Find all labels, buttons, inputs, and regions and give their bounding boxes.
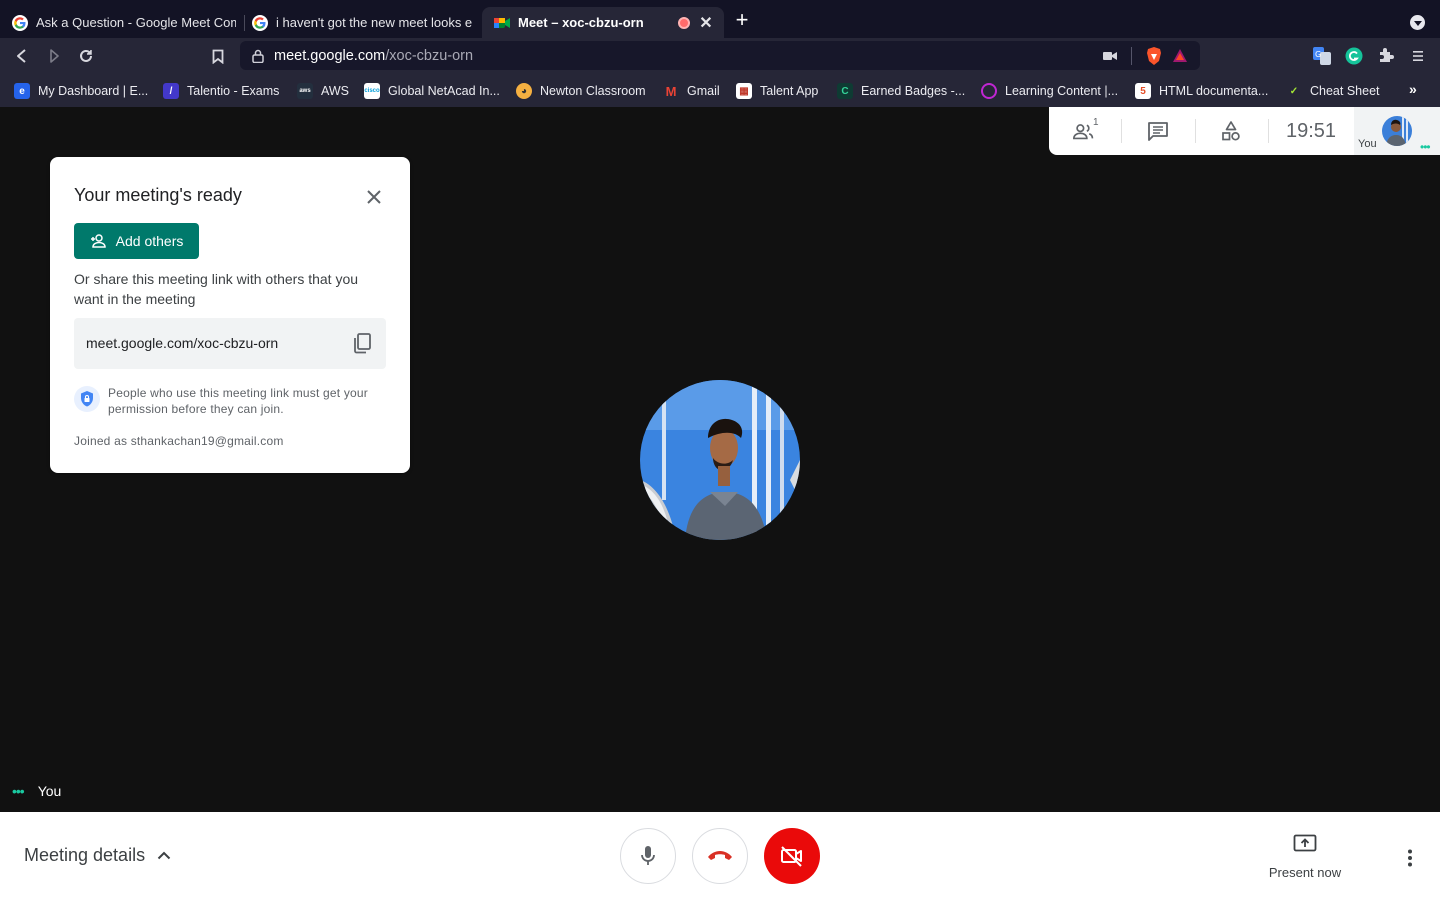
lock-icon <box>252 49 264 63</box>
tab-title: Ask a Question - Google Meet Comm <box>36 15 236 30</box>
url-text: meet.google.com/xoc-cbzu-orn <box>274 47 474 64</box>
camera-off-icon <box>781 846 802 867</box>
bookmark-item[interactable]: 5 HTML documenta... <box>1135 82 1268 100</box>
recording-indicator-icon <box>678 16 690 29</box>
permission-notice: People who use this meeting link must ge… <box>108 386 368 416</box>
bookmark-item[interactable]: ✓ Cheat Sheet <box>1286 82 1380 100</box>
end-call-icon <box>708 851 732 860</box>
cisco-icon: cisco <box>364 83 380 99</box>
joined-as-text: Joined as sthankachan19@gmail.com <box>74 434 284 448</box>
google-translate-icon[interactable]: G <box>1313 47 1331 65</box>
meet-icon <box>494 15 510 31</box>
participant-count: 1 <box>1093 117 1099 128</box>
divider <box>1121 119 1122 143</box>
extensions-puzzle-icon[interactable] <box>1377 47 1395 65</box>
present-now-label: Present now <box>1268 865 1342 880</box>
html-doc-icon: 5 <box>1135 83 1151 99</box>
bookmark-item[interactable]: ◕ Newton Classroom <box>516 82 646 100</box>
browser-tab[interactable]: i haven't got the new meet looks ev <box>240 7 482 38</box>
add-others-button[interactable]: Add others <box>74 223 199 259</box>
brave-shield-icon[interactable] <box>1146 47 1162 65</box>
meeting-details-button[interactable]: Meeting details <box>24 845 171 866</box>
back-icon[interactable] <box>12 46 32 66</box>
browser-toolbar: meet.google.com/xoc-cbzu-orn G <box>0 38 1440 75</box>
divider <box>1195 119 1196 143</box>
bookmark-item[interactable]: ▦ Talent App <box>736 82 818 100</box>
google-icon <box>12 14 28 31</box>
talentio-icon: / <box>163 83 179 99</box>
more-options-icon[interactable] <box>1398 846 1422 870</box>
bookmark-item[interactable]: M Gmail <box>663 82 720 100</box>
meeting-link: meet.google.com/xoc-cbzu-orn <box>86 335 279 351</box>
present-now-button[interactable]: Present now <box>1262 834 1348 880</box>
activities-icon[interactable] <box>1218 119 1244 143</box>
browser-tab-active[interactable]: Meet – xoc-cbzu-orn ✕ <box>482 7 724 38</box>
shield-lock-icon <box>74 386 100 412</box>
talent-app-icon: ▦ <box>736 83 752 99</box>
share-instructions: Or share this meeting link with others t… <box>74 271 359 307</box>
add-others-label: Add others <box>115 233 184 249</box>
meeting-clock: 19:51 <box>1286 120 1337 142</box>
meeting-controls-bar: Meeting details Present now <box>0 812 1440 900</box>
bookmarks-bar: e My Dashboard | E... / Talentio - Exams a… <box>0 75 1440 107</box>
copy-icon[interactable] <box>350 331 374 355</box>
chat-icon[interactable] <box>1145 119 1171 143</box>
address-bar[interactable]: meet.google.com/xoc-cbzu-orn <box>240 41 1200 70</box>
more-bookmarks-icon[interactable]: » <box>1409 81 1417 97</box>
camera-in-use-icon[interactable] <box>1103 51 1117 61</box>
svg-text:G: G <box>1315 50 1321 59</box>
meeting-ready-dialog: Your meeting's ready Add others Or share… <box>50 157 410 473</box>
bookmark-item[interactable]: cisco Global NetAcad In... <box>364 82 500 100</box>
bookmark-item[interactable]: e My Dashboard | E... <box>14 82 148 100</box>
self-label: You <box>1358 138 1377 150</box>
browser-tab[interactable]: Ask a Question - Google Meet Comm <box>0 7 246 38</box>
leave-call-button[interactable] <box>692 828 748 884</box>
bookmark-item[interactable]: aws AWS <box>297 82 349 100</box>
microphone-button[interactable] <box>620 828 676 884</box>
participants-icon[interactable]: 1 <box>1072 117 1099 143</box>
reload-icon[interactable] <box>76 46 96 66</box>
bookmark-item[interactable]: C Earned Badges -... <box>837 82 965 100</box>
microphone-icon <box>641 846 655 865</box>
meeting-details-label: Meeting details <box>24 845 146 865</box>
self-thumbnail[interactable]: You ••• <box>1354 107 1440 155</box>
camera-toggle-button[interactable] <box>764 828 820 884</box>
tab-title: i haven't got the new meet looks ev <box>276 15 472 30</box>
close-tab-icon[interactable]: ✕ <box>698 13 714 33</box>
close-icon[interactable] <box>363 186 385 208</box>
tab-title: Meet – xoc-cbzu-orn <box>518 15 644 30</box>
tile-name: You <box>37 783 62 799</box>
meeting-link-field[interactable]: meet.google.com/xoc-cbzu-orn <box>74 318 386 369</box>
browser-menu-icon[interactable] <box>1409 47 1427 65</box>
bookmark-item[interactable]: / Talentio - Exams <box>163 82 279 100</box>
brave-rewards-icon[interactable] <box>1172 48 1188 64</box>
audio-activity-icon: ••• <box>12 783 25 799</box>
credly-icon: C <box>837 83 853 99</box>
gmail-icon: M <box>665 83 677 99</box>
google-icon <box>252 14 268 31</box>
present-screen-icon <box>1293 834 1317 852</box>
aws-icon: aws <box>297 83 313 99</box>
divider <box>1131 47 1132 65</box>
newton-icon: ◕ <box>516 83 532 99</box>
divider <box>1268 119 1269 143</box>
tab-strip: Ask a Question - Google Meet Comm i have… <box>0 0 1440 38</box>
tile-name-label: ••• You <box>12 783 61 799</box>
participant-avatar <box>640 380 800 540</box>
grammarly-icon[interactable] <box>1345 47 1363 65</box>
bookmark-item[interactable]: Learning Content |... <box>981 82 1118 100</box>
chevron-up-icon <box>157 851 171 860</box>
avatar <box>1382 116 1412 146</box>
dialog-title: Your meeting's ready <box>74 185 242 205</box>
edge-like-icon: e <box>14 83 30 99</box>
cheat-sheet-icon: ✓ <box>1289 85 1299 97</box>
forward-icon[interactable] <box>44 46 64 66</box>
new-tab-button[interactable]: + <box>733 9 751 31</box>
audio-activity-icon: ••• <box>1420 140 1431 154</box>
bookmark-icon[interactable] <box>208 46 228 66</box>
add-person-icon <box>90 234 106 248</box>
learning-content-icon <box>981 83 997 99</box>
tab-search-icon[interactable] <box>1410 15 1425 30</box>
meeting-top-panel: 1 19:51 You ••• <box>1049 107 1440 155</box>
